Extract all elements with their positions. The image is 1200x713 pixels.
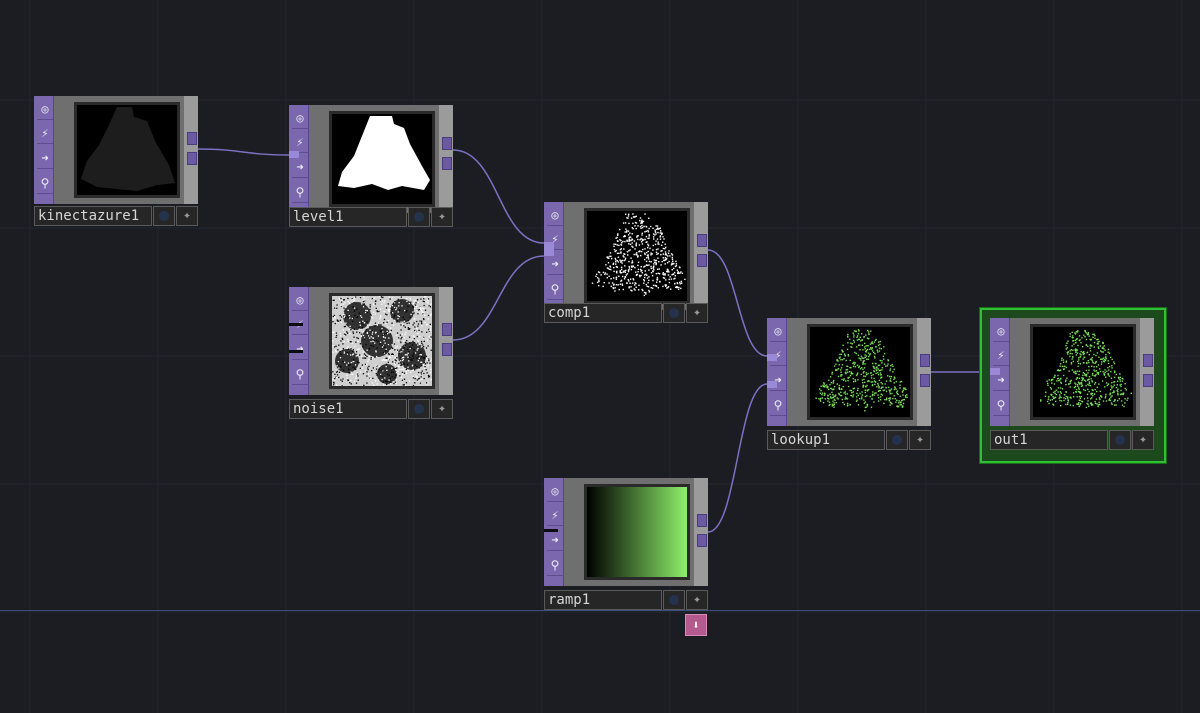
render-flag-button[interactable]: ✦ <box>686 303 708 323</box>
node-strip: ◎ ⚡ ➜ ⚲ <box>767 318 787 426</box>
lock-icon[interactable]: ⚡ <box>547 505 563 526</box>
input-connector[interactable] <box>544 242 554 256</box>
output-connector[interactable] <box>442 323 452 336</box>
output-connector[interactable] <box>442 137 452 150</box>
node-preview[interactable] <box>584 208 690 304</box>
viewer-icon[interactable]: ⚲ <box>993 395 1009 416</box>
render-flag-button[interactable]: ✦ <box>431 399 453 419</box>
arrow-icon[interactable]: ➜ <box>37 148 53 169</box>
node-preview[interactable] <box>1030 324 1136 420</box>
arrow-icon[interactable]: ➜ <box>292 157 308 178</box>
display-flag-button[interactable] <box>1109 430 1131 450</box>
bypass-icon[interactable]: ◎ <box>292 290 308 311</box>
node-strip: ◎ ⚡ ➜ ⚲ <box>289 105 309 213</box>
bypass-icon[interactable]: ◎ <box>993 321 1009 342</box>
node-name-field[interactable]: lookup1 <box>767 430 885 450</box>
node-strip: ◎ ⚡ ➜ ⚲ <box>544 202 564 310</box>
input-connector[interactable] <box>289 151 299 158</box>
output-connector[interactable] <box>697 254 707 267</box>
output-connector[interactable] <box>187 152 197 165</box>
node-name-field[interactable]: level1 <box>289 207 407 227</box>
node-preview[interactable] <box>584 484 690 580</box>
display-flag-button[interactable] <box>663 303 685 323</box>
node-strip: ◎ ⚡ ➜ ⚲ <box>544 478 564 586</box>
output-connector[interactable] <box>697 234 707 247</box>
node-name-field[interactable]: comp1 <box>544 303 662 323</box>
viewer-icon[interactable]: ⚲ <box>292 182 308 203</box>
lock-icon[interactable]: ⚡ <box>993 345 1009 366</box>
arrow-icon[interactable]: ➜ <box>547 530 563 551</box>
bypass-icon[interactable]: ◎ <box>770 321 786 342</box>
lock-icon[interactable]: ⚡ <box>37 123 53 144</box>
node-name-field[interactable]: kinectazure1 <box>34 206 152 226</box>
input-connector[interactable] <box>767 381 777 388</box>
bypass-icon[interactable]: ◎ <box>37 99 53 120</box>
arrow-icon[interactable]: ➜ <box>547 254 563 275</box>
node-preview[interactable] <box>329 111 435 207</box>
output-connector[interactable] <box>920 374 930 387</box>
timeline-divider <box>0 610 1200 611</box>
output-connector[interactable] <box>442 157 452 170</box>
display-flag-button[interactable] <box>886 430 908 450</box>
render-flag-button[interactable]: ✦ <box>909 430 931 450</box>
output-connector[interactable] <box>697 534 707 547</box>
input-connector[interactable] <box>767 354 777 361</box>
display-flag-button[interactable] <box>408 207 430 227</box>
bypass-icon[interactable]: ◎ <box>292 108 308 129</box>
node-name-field[interactable]: out1 <box>990 430 1108 450</box>
download-flag-icon[interactable]: ⬇ <box>685 614 707 636</box>
render-flag-button[interactable]: ✦ <box>1132 430 1154 450</box>
node-strip: ◎ ⚡ ➜ ⚲ <box>289 287 309 395</box>
output-connector[interactable] <box>920 354 930 367</box>
viewer-icon[interactable]: ⚲ <box>547 555 563 576</box>
render-flag-button[interactable]: ✦ <box>176 206 198 226</box>
node-preview[interactable] <box>74 102 180 198</box>
node-preview[interactable] <box>807 324 913 420</box>
node-strip: ◎ ⚡ ➜ ⚲ <box>34 96 54 204</box>
output-connector[interactable] <box>697 514 707 527</box>
input-connector[interactable] <box>990 368 1000 375</box>
viewer-icon[interactable]: ⚲ <box>292 364 308 385</box>
node-preview[interactable] <box>329 293 435 389</box>
output-connector[interactable] <box>442 343 452 356</box>
viewer-icon[interactable]: ⚲ <box>770 395 786 416</box>
render-flag-button[interactable]: ✦ <box>686 590 708 610</box>
render-flag-button[interactable]: ✦ <box>431 207 453 227</box>
viewer-icon[interactable]: ⚲ <box>37 173 53 194</box>
display-flag-button[interactable] <box>663 590 685 610</box>
viewer-icon[interactable]: ⚲ <box>547 279 563 300</box>
output-connector[interactable] <box>1143 374 1153 387</box>
display-flag-button[interactable] <box>408 399 430 419</box>
output-connector[interactable] <box>187 132 197 145</box>
bypass-icon[interactable]: ◎ <box>547 205 563 226</box>
output-connector[interactable] <box>1143 354 1153 367</box>
node-name-field[interactable]: noise1 <box>289 399 407 419</box>
node-name-field[interactable]: ramp1 <box>544 590 662 610</box>
bypass-icon[interactable]: ◎ <box>547 481 563 502</box>
lock-icon[interactable]: ⚡ <box>292 132 308 153</box>
display-flag-button[interactable] <box>153 206 175 226</box>
